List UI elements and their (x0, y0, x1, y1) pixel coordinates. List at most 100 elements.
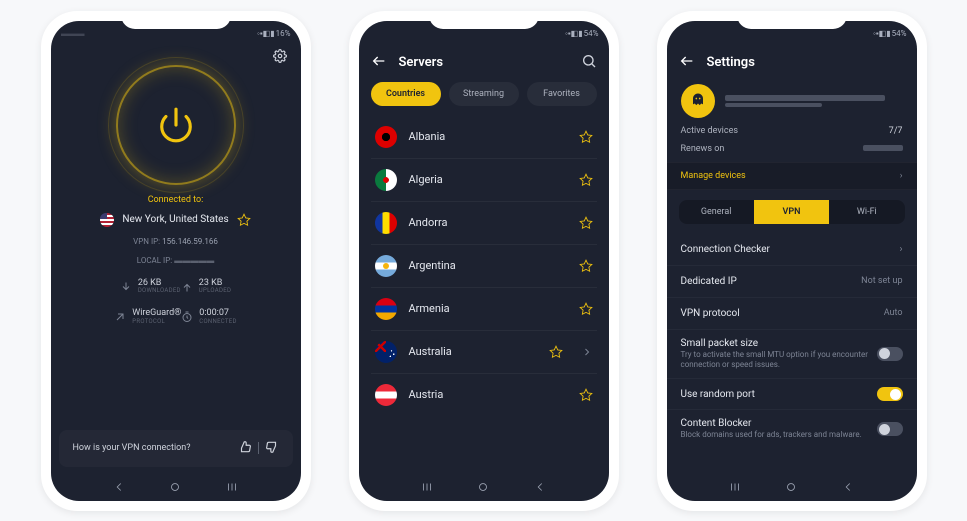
active-devices-row: Active devices7/7 (667, 122, 917, 140)
power-icon (157, 106, 195, 144)
tab-streaming[interactable]: Streaming (449, 82, 519, 106)
chevron-right-icon: › (900, 171, 903, 181)
profile-block (667, 76, 917, 122)
thumbs-down-button[interactable] (238, 440, 252, 457)
server-row[interactable]: Andorra (371, 202, 597, 245)
connection-checker-row[interactable]: Connection Checker › (667, 234, 917, 266)
protocol-icon (114, 311, 126, 323)
gear-icon[interactable] (273, 49, 287, 63)
signal-icons: ◦▪◧▮ (565, 29, 583, 38)
recent-nav-icon[interactable] (420, 480, 434, 494)
flag-icon (375, 384, 397, 406)
upload-icon (181, 281, 193, 293)
masked-username (725, 95, 885, 101)
phone-settings: ◦▪◧▮ 54% Settings Active devices7/7 Rene… (657, 11, 927, 511)
phone-main: ▬▬▬ ◦▪◧▮ 16% Connected to: New York, Uni… (41, 11, 311, 511)
flag-icon (375, 255, 397, 277)
tab-countries[interactable]: Countries (371, 82, 441, 106)
tab-favorites[interactable]: Favorites (527, 82, 597, 106)
recent-nav-icon[interactable] (225, 480, 239, 494)
signal-icons: ◦▪◧▮ (873, 29, 891, 38)
server-tabs: Countries Streaming Favorites (359, 76, 609, 116)
battery-text: 16% (276, 29, 291, 38)
chevron-right-icon: › (899, 244, 902, 255)
flag-icon (375, 341, 397, 363)
content-blocker-row: Content BlockerBlock domains used for ad… (667, 410, 917, 448)
random-port-row: Use random port (667, 379, 917, 410)
back-nav-icon[interactable] (841, 480, 855, 494)
flag-icon (375, 169, 397, 191)
android-navbar (667, 473, 917, 501)
signal-icons: ◦▪◧▮ (257, 29, 275, 38)
us-flag-icon (100, 213, 114, 227)
favorite-star-icon[interactable] (579, 302, 593, 316)
battery-text: 54% (892, 29, 907, 38)
segment-vpn[interactable]: VPN (754, 200, 829, 224)
back-icon[interactable] (371, 53, 387, 72)
settings-segments: General VPN Wi-Fi (679, 200, 905, 224)
random-port-toggle[interactable] (877, 387, 903, 401)
favorite-star-icon[interactable] (579, 259, 593, 273)
home-nav-icon[interactable] (476, 480, 490, 494)
protocol-stat: WireGuard®PROTOCOL (114, 309, 181, 325)
segment-general[interactable]: General (679, 200, 754, 224)
location-row[interactable]: New York, United States (100, 213, 250, 227)
flag-icon (375, 298, 397, 320)
back-nav-icon[interactable] (112, 480, 126, 494)
favorite-star-icon[interactable] (549, 345, 563, 359)
timer-stat: 0:00:07CONNECTED (181, 309, 236, 325)
thumbs-up-button[interactable] (265, 440, 279, 457)
server-row[interactable]: Austria (371, 374, 597, 416)
notch (121, 11, 231, 29)
vpn-protocol-row[interactable]: VPN protocol Auto (667, 298, 917, 330)
favorite-star-icon[interactable] (579, 130, 593, 144)
small-packet-row: Small packet sizeTry to activate the sma… (667, 330, 917, 380)
server-row[interactable]: Argentina (371, 245, 597, 288)
android-navbar (359, 473, 609, 501)
server-row[interactable]: Armenia (371, 288, 597, 331)
divider (258, 442, 259, 454)
clock-icon (181, 311, 193, 323)
small-packet-toggle[interactable] (877, 347, 903, 361)
page-title: Settings (707, 55, 905, 70)
notch (429, 11, 539, 29)
server-list[interactable]: Albania Algeria Andorra Argentina Armeni… (359, 116, 609, 473)
dedicated-ip-row[interactable]: Dedicated IP Not set up (667, 266, 917, 298)
page-title: Servers (399, 55, 569, 70)
flag-icon (375, 126, 397, 148)
vpn-ip-row: VPN IP: 156.146.59.166 (133, 237, 218, 246)
battery-text: 54% (584, 29, 599, 38)
download-stat: 26 KBDOWNLOADED (120, 279, 181, 295)
favorite-star-icon[interactable] (579, 173, 593, 187)
favorite-star-icon[interactable] (579, 216, 593, 230)
server-row[interactable]: Australia (371, 331, 597, 374)
feedback-bar: How is your VPN connection? (59, 430, 293, 467)
ghost-icon (688, 91, 708, 111)
segment-wifi[interactable]: Wi-Fi (829, 200, 904, 224)
server-row[interactable]: Algeria (371, 159, 597, 202)
home-nav-icon[interactable] (784, 480, 798, 494)
back-nav-icon[interactable] (533, 480, 547, 494)
location-text: New York, United States (122, 214, 228, 225)
favorite-star-icon[interactable] (237, 213, 251, 227)
upload-stat: 23 KBUPLOADED (181, 279, 231, 295)
connected-label: Connected to: (148, 195, 204, 205)
chevron-right-icon[interactable] (581, 346, 593, 358)
power-button[interactable] (116, 65, 236, 185)
recent-nav-icon[interactable] (728, 480, 742, 494)
content-blocker-toggle[interactable] (877, 422, 903, 436)
android-navbar (51, 473, 301, 501)
flag-icon (375, 212, 397, 234)
download-icon (120, 281, 132, 293)
renews-row: Renews on (667, 140, 917, 158)
local-ip-row: LOCAL IP: ▬▬▬▬▬ (137, 256, 214, 265)
phone-servers: ◦▪◧▮ 54% Servers Countries Streaming Fav… (349, 11, 619, 511)
manage-devices-row[interactable]: Manage devices › (667, 162, 917, 190)
favorite-star-icon[interactable] (579, 388, 593, 402)
home-nav-icon[interactable] (168, 480, 182, 494)
avatar (681, 84, 715, 118)
feedback-question: How is your VPN connection? (73, 443, 191, 453)
back-icon[interactable] (679, 53, 695, 72)
search-icon[interactable] (581, 53, 597, 72)
server-row[interactable]: Albania (371, 116, 597, 159)
